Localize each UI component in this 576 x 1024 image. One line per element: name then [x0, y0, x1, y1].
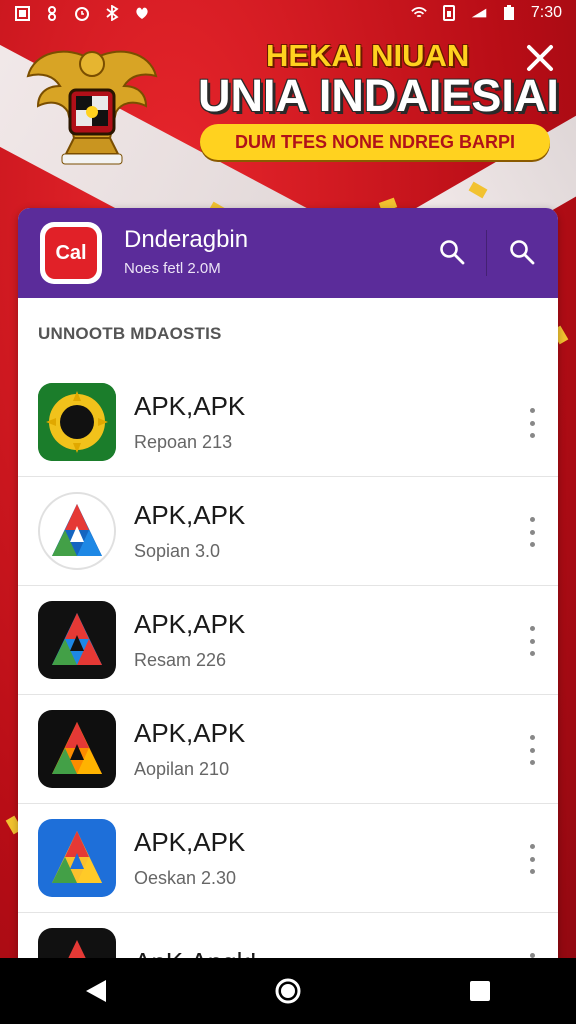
search-button[interactable] [432, 232, 472, 272]
app-list: APK,APK Repoan 213 APK,APK Sopian 3.0 AP… [18, 368, 558, 968]
more-options-icon[interactable] [522, 735, 542, 765]
status-bar: 7:30 [0, 0, 576, 26]
status-time: 7:30 [530, 4, 562, 21]
search-button-secondary[interactable] [502, 232, 542, 272]
recents-icon [470, 981, 490, 1001]
promo-pill-text: DUM TFES NONE NDREG BARPI [234, 131, 515, 152]
item-title: APK,APK [134, 500, 246, 530]
alarm-icon [74, 5, 90, 21]
settings-icon [44, 5, 60, 21]
signal-icon [471, 5, 487, 21]
battery-icon [501, 5, 517, 21]
list-item[interactable]: APK,APK Oeskan 2.30 [18, 804, 558, 913]
back-icon [86, 980, 106, 1002]
item-subtitle: Repoan 213 [134, 432, 233, 452]
more-options-icon[interactable] [522, 517, 542, 547]
image-icon [14, 5, 30, 21]
item-text: APK,APK Aopilan 210 [134, 718, 245, 780]
recents-button[interactable] [460, 971, 500, 1011]
app-icon[interactable]: Cal [40, 222, 102, 284]
promo-pill[interactable]: DUM TFES NONE NDREG BARPI [200, 124, 550, 160]
item-subtitle: Oeskan 2.30 [134, 868, 237, 888]
bluetooth-icon [104, 5, 120, 21]
back-button[interactable] [76, 971, 116, 1011]
item-text: APK,APK Resam 226 [134, 609, 245, 671]
more-options-icon[interactable] [522, 626, 542, 656]
item-title: APK,APK [134, 718, 246, 748]
app-meta: Dnderagbin Noes fetl 2.0M [124, 226, 248, 277]
a-logo-icon [38, 601, 116, 679]
home-button[interactable] [268, 971, 308, 1011]
item-subtitle: Sopian 3.0 [134, 541, 221, 561]
item-title: APK,APK [134, 609, 246, 639]
list-item[interactable]: APK,APK Repoan 213 [18, 368, 558, 477]
search-icon [510, 240, 535, 265]
item-subtitle: Aopilan 210 [134, 759, 230, 779]
wifi-icon [411, 5, 427, 21]
list-item[interactable]: APK,APK Resam 226 [18, 586, 558, 695]
close-icon [527, 45, 553, 71]
app-header: Cal Dnderagbin Noes fetl 2.0M [18, 208, 558, 298]
item-title: APK,APK [134, 827, 246, 857]
sim-icon [441, 5, 457, 21]
list-item[interactable]: APK,APK Sopian 3.0 [18, 477, 558, 586]
sunflower-icon [38, 383, 116, 461]
a-logo-icon [38, 819, 116, 897]
garuda-emblem-icon [26, 42, 158, 170]
promo-title-line-1: HEKAI NIUAN [266, 38, 470, 73]
item-text: APK,APK Sopian 3.0 [134, 500, 245, 562]
item-text: APK,APK Repoan 213 [134, 391, 245, 453]
a-logo-icon [38, 492, 116, 570]
item-subtitle: Resam 226 [134, 650, 227, 670]
close-button[interactable] [522, 40, 558, 76]
app-subtitle: Noes fetl 2.0M [124, 259, 221, 277]
home-icon [275, 978, 301, 1004]
header-divider [486, 230, 487, 276]
list-item[interactable]: APK,APK Aopilan 210 [18, 695, 558, 804]
section-title: UNNOOTB MDAOSTIS [38, 324, 222, 343]
navigation-bar [0, 958, 576, 1024]
app-name: Dnderagbin [124, 225, 249, 253]
a-logo-icon [38, 710, 116, 788]
item-text: APK,APK Oeskan 2.30 [134, 827, 245, 889]
more-options-icon[interactable] [522, 844, 542, 874]
shield-icon [134, 5, 150, 21]
search-icon [440, 240, 465, 265]
app-store-card: Cal Dnderagbin Noes fetl 2.0M UNNOOTB MD… [18, 208, 558, 968]
item-title: APK,APK [134, 391, 246, 421]
promo-title-line-2: UNIA INDAIESIAI [198, 70, 559, 121]
app-icon-badge: Cal [45, 227, 97, 279]
more-options-icon[interactable] [522, 408, 542, 438]
